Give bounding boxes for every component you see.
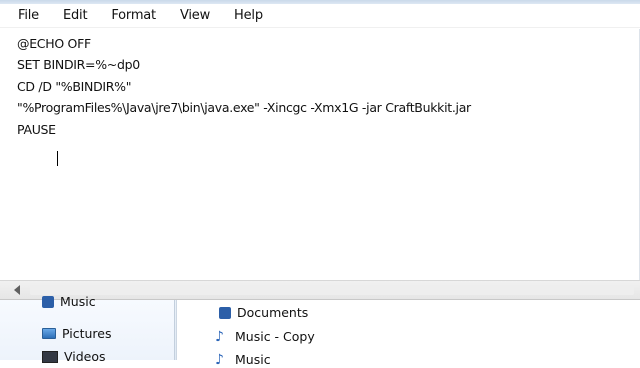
editor-line: PAUSE (17, 122, 56, 137)
navigation-pane: Music Pictures Videos (0, 294, 175, 364)
editor-line: CD /D "%BINDIR%" (17, 79, 132, 94)
nav-item-label: Music (60, 294, 96, 309)
text-editor[interactable]: @ECHO OFF SET BINDIR=%~dp0 CD /D "%BINDI… (0, 29, 640, 280)
nav-item-music[interactable]: Music (42, 294, 96, 309)
pictures-library-icon (42, 328, 56, 339)
nav-item-label: Videos (64, 349, 106, 364)
menu-help[interactable]: Help (222, 5, 275, 27)
menu-file[interactable]: File (6, 5, 51, 27)
editor-line: "%ProgramFiles%\Java\jre7\bin\java.exe" … (17, 100, 471, 115)
scroll-track[interactable] (30, 285, 634, 295)
music-library-icon (42, 295, 54, 308)
file-item-label: Documents (237, 305, 309, 320)
file-list-pane: Documents ♪ Music - Copy ♪ Music (176, 300, 640, 367)
menu-bar: File Edit Format View Help (0, 4, 640, 28)
text-caret (57, 151, 58, 166)
scroll-left-arrow-icon[interactable] (14, 285, 20, 295)
nav-item-videos[interactable]: Videos (42, 349, 106, 364)
videos-library-icon (42, 350, 58, 363)
file-item-documents[interactable]: Documents (219, 305, 308, 320)
menu-view[interactable]: View (168, 5, 222, 27)
file-explorer: Music Pictures Videos Documents ♪ Music … (0, 294, 640, 367)
nav-item-pictures[interactable]: Pictures (42, 326, 112, 341)
nav-item-label: Pictures (62, 326, 112, 341)
editor-line: @ECHO OFF (17, 36, 91, 51)
file-item-label: Music - Copy (235, 329, 315, 344)
menu-edit[interactable]: Edit (51, 5, 99, 27)
menu-format[interactable]: Format (99, 5, 168, 27)
music-note-icon: ♪ (215, 328, 224, 345)
documents-folder-icon (219, 306, 231, 319)
file-item-music-copy[interactable]: ♪ Music - Copy (215, 329, 315, 344)
editor-line: SET BINDIR=%~dp0 (17, 57, 140, 72)
horizontal-scrollbar[interactable] (0, 280, 640, 300)
